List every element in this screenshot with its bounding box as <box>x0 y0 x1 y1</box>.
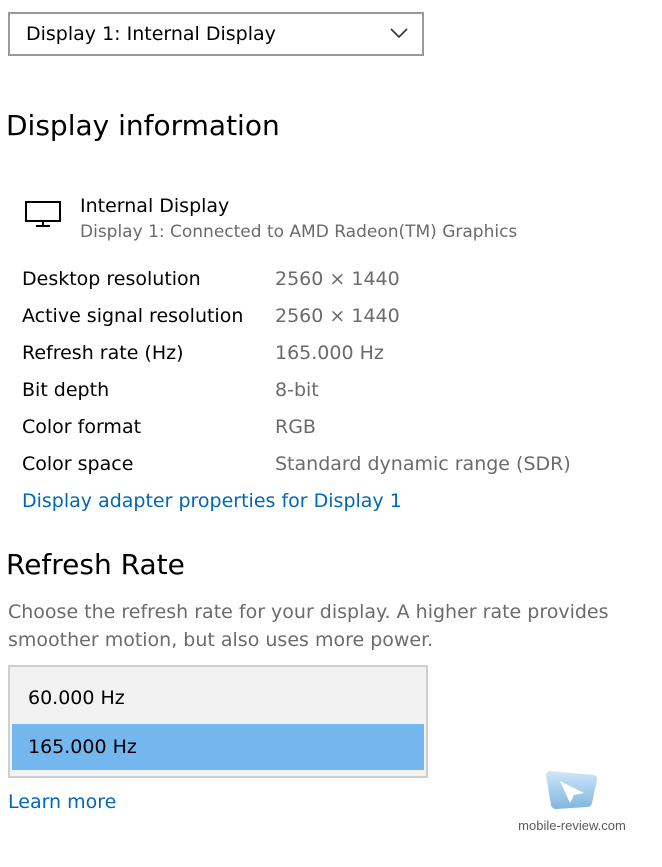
info-value: 2560 × 1440 <box>275 305 400 327</box>
info-row-color-format: Color format RGB <box>22 416 642 446</box>
info-label: Active signal resolution <box>22 305 244 327</box>
refresh-rate-heading: Refresh Rate <box>6 548 185 581</box>
display-connection: Display 1: Connected to AMD Radeon(TM) G… <box>80 222 518 242</box>
learn-more-link[interactable]: Learn more <box>8 791 116 813</box>
info-value: 165.000 Hz <box>275 342 384 364</box>
watermark-text: mobile-review.com <box>518 818 626 833</box>
refresh-rate-option-60[interactable]: 60.000 Hz <box>12 675 424 721</box>
refresh-rate-description: Choose the refresh rate for your display… <box>8 601 609 651</box>
info-row-active-signal-resolution: Active signal resolution 2560 × 1440 <box>22 305 642 335</box>
mobile-review-logo-icon <box>546 771 598 809</box>
chevron-down-icon <box>390 28 408 39</box>
info-value: 2560 × 1440 <box>275 268 400 290</box>
info-value: Standard dynamic range (SDR) <box>275 453 571 475</box>
info-label: Refresh rate (Hz) <box>22 342 184 364</box>
display-name: Internal Display <box>80 195 230 217</box>
display-selector-value: Display 1: Internal Display <box>26 23 276 45</box>
info-row-desktop-resolution: Desktop resolution 2560 × 1440 <box>22 268 642 298</box>
info-label: Color space <box>22 453 134 475</box>
info-label: Bit depth <box>22 379 110 401</box>
display-selector-dropdown[interactable]: Display 1: Internal Display <box>8 12 424 56</box>
info-row-bit-depth: Bit depth 8-bit <box>22 379 642 409</box>
info-value: 8-bit <box>275 379 319 401</box>
info-label: Color format <box>22 416 142 438</box>
refresh-rate-option-165[interactable]: 165.000 Hz <box>12 724 424 770</box>
watermark: mobile-review.com <box>512 765 632 840</box>
info-value: RGB <box>275 416 316 438</box>
info-label: Desktop resolution <box>22 268 201 290</box>
refresh-rate-list: 60.000 Hz 165.000 Hz <box>8 665 428 778</box>
info-row-refresh-rate: Refresh rate (Hz) 165.000 Hz <box>22 342 642 372</box>
display-adapter-properties-link[interactable]: Display adapter properties for Display 1 <box>22 490 402 512</box>
info-row-color-space: Color space Standard dynamic range (SDR) <box>22 453 642 483</box>
display-information-heading: Display information <box>6 109 280 142</box>
monitor-icon <box>25 201 61 227</box>
